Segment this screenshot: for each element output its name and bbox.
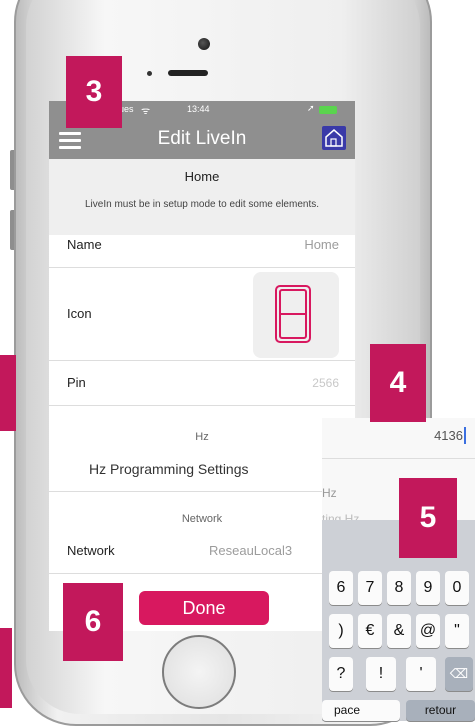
nav-title: Edit LiveIn (157, 128, 247, 149)
setup-mode-message: LiveIn must be in setup mode to edit som… (84, 199, 319, 210)
section-header: Home LiveIn must be in setup mode to edi… (49, 159, 355, 235)
key-0[interactable]: 0 (445, 571, 469, 605)
hz-settings-row[interactable]: Hz Programming Settings (49, 451, 355, 492)
key-paren[interactable]: ) (329, 614, 353, 648)
step-badge-partial (0, 628, 12, 708)
location-icon: ➚ (307, 103, 315, 113)
name-label: Name (67, 237, 102, 252)
icon-label: Icon (67, 306, 92, 321)
key-apostrophe[interactable]: ' (406, 657, 436, 691)
home-button[interactable] (162, 635, 236, 709)
front-camera (198, 38, 210, 50)
text-cursor (464, 427, 466, 444)
app-screen: ues ᯤ 13:44 ➚ Edit LiveIn Home LiveIn mu… (49, 101, 355, 631)
menu-icon[interactable] (59, 132, 81, 153)
done-button[interactable]: Done (139, 591, 269, 625)
pin-row[interactable]: Pin 2566 (49, 363, 355, 406)
network-value: ReseauLocal3 (209, 543, 293, 558)
key-exclamation[interactable]: ! (366, 657, 396, 691)
network-row[interactable]: Network ReseauLocal3 (49, 533, 355, 574)
pin-placeholder: 2566 (312, 376, 339, 390)
backspace-icon[interactable]: ⌫ (445, 657, 473, 691)
key-7[interactable]: 7 (358, 571, 382, 605)
wifi-icon: ᯤ (141, 106, 151, 117)
network-header: Network (181, 513, 223, 525)
battery-icon (319, 106, 337, 114)
network-label: Network (67, 543, 115, 558)
space-key[interactable]: pace (322, 700, 400, 721)
key-ampersand[interactable]: & (387, 614, 411, 648)
step-badge-partial (0, 355, 16, 431)
return-key[interactable]: retour (406, 700, 475, 721)
step-badge-3: 3 (66, 56, 122, 128)
step-badge-6: 6 (63, 583, 123, 661)
home-icon[interactable] (322, 126, 346, 150)
pin-label: Pin (67, 375, 86, 390)
key-9[interactable]: 9 (416, 571, 440, 605)
step-badge-5: 5 (399, 478, 457, 558)
name-row[interactable]: Name Home (49, 235, 355, 268)
door-icon (275, 285, 311, 343)
key-euro[interactable]: € (358, 614, 382, 648)
pin-field-zoom[interactable]: 4136 (322, 418, 475, 459)
hz-partial-label: Hz (322, 486, 337, 500)
earpiece-speaker (168, 70, 208, 76)
key-8[interactable]: 8 (387, 571, 411, 605)
sensor-dot (147, 71, 152, 76)
clock: 13:44 (187, 104, 210, 114)
step-badge-4: 4 (370, 344, 426, 422)
section-title: Home (184, 169, 220, 184)
hz-settings-label: Hz Programming Settings (89, 461, 249, 477)
key-quote[interactable]: " (445, 614, 469, 648)
name-value: Home (304, 237, 339, 252)
key-question[interactable]: ? (329, 657, 353, 691)
key-6[interactable]: 6 (329, 571, 353, 605)
pin-value: 4136 (434, 428, 463, 443)
key-at[interactable]: @ (416, 614, 440, 648)
hz-header: Hz (195, 431, 209, 443)
